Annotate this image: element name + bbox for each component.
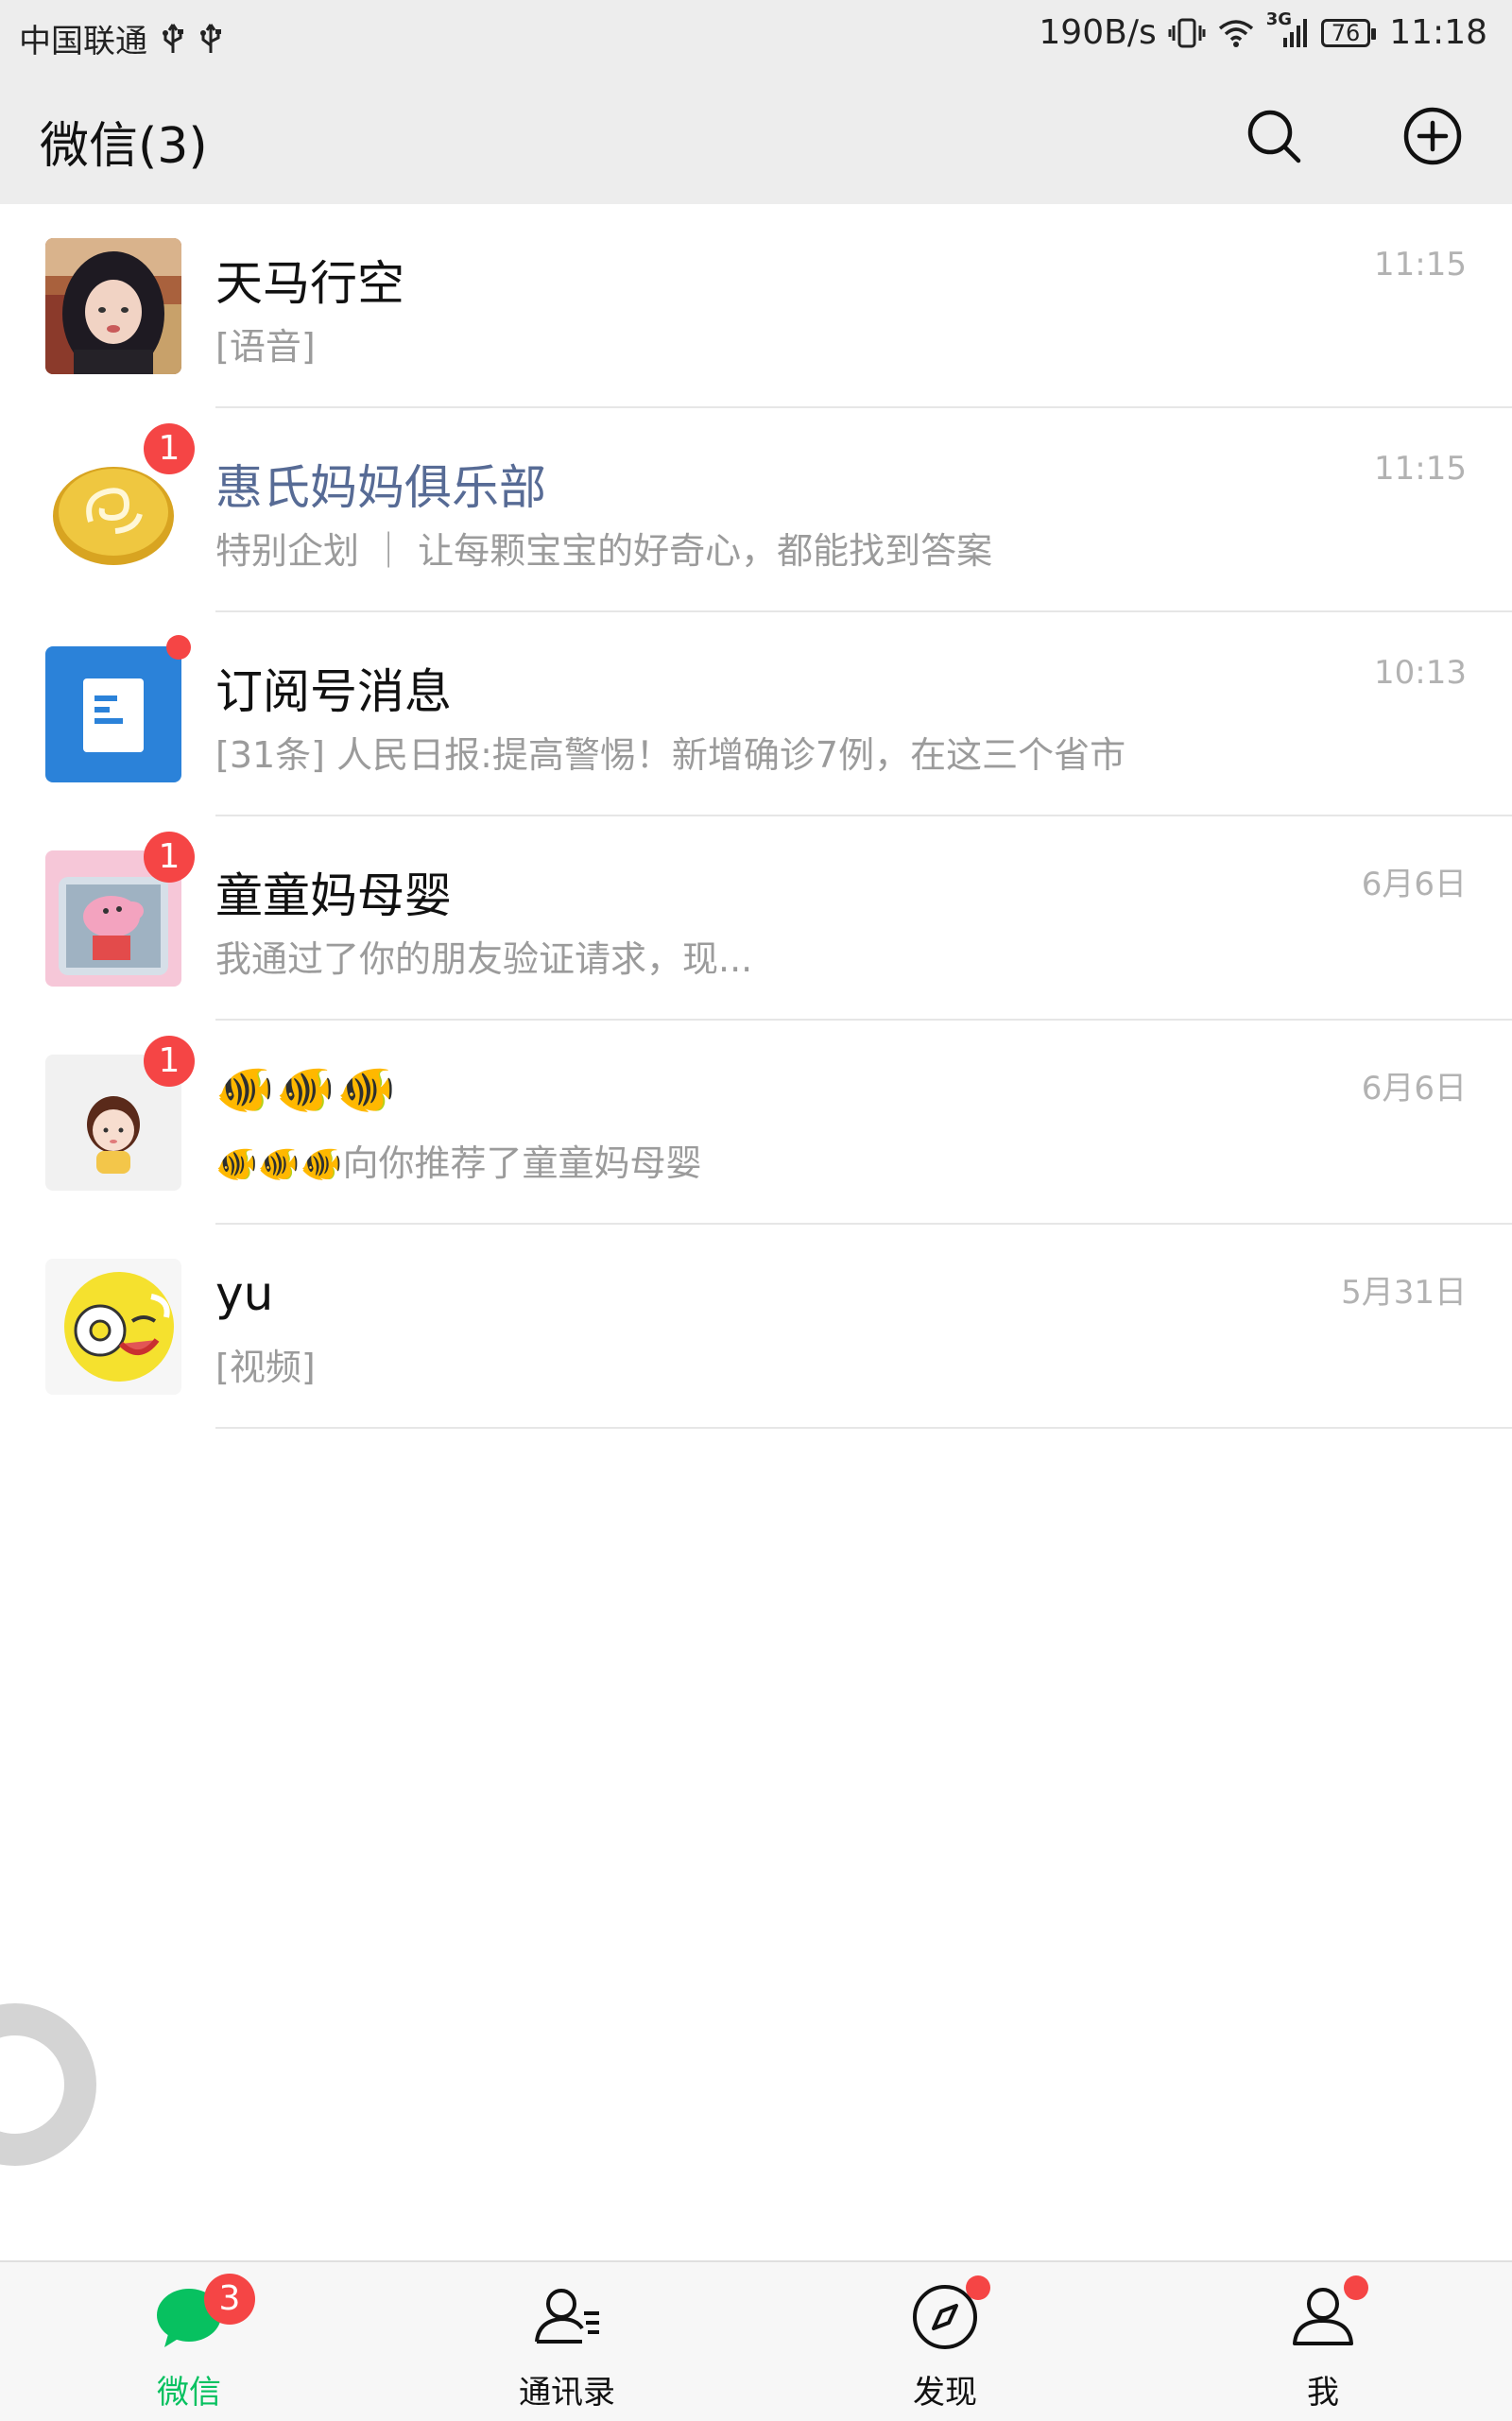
chat-time: 10:13 (1374, 654, 1467, 692)
tab-dot (1344, 2275, 1368, 2300)
chat-time: 6月6日 (1361, 1070, 1467, 1107)
chat-preview: 我通过了你的朋友验证请求，现... (215, 938, 753, 980)
page-title: 微信(3) (40, 118, 208, 175)
search-icon (1247, 110, 1301, 163)
chat-row[interactable]: 1 🐠🐠🐠 🐠🐠🐠向你推荐了童童妈母婴 6月6日 (0, 1021, 1512, 1225)
tab-discover[interactable]: 发现 (756, 2262, 1134, 2421)
avatar (45, 646, 181, 782)
signal-icon: 3G (1266, 9, 1310, 49)
chat-name: yu (215, 1266, 274, 1321)
subscription-icon (83, 678, 144, 752)
vibrate-icon (1168, 17, 1206, 49)
wifi-icon (1217, 17, 1255, 49)
chat-row[interactable]: 1 惠氏妈妈俱乐部 特别企划 ｜ 让每颗宝宝的好奇心，都能找到答案 11:15 (0, 408, 1512, 612)
app-header: 微信(3) (0, 68, 1512, 204)
tab-dot (966, 2275, 990, 2300)
tab-me[interactable]: 我 (1134, 2262, 1512, 2421)
net-speed: 190B/s (1039, 13, 1157, 52)
unread-badge: 1 (144, 832, 195, 883)
unread-dot (166, 635, 191, 660)
chat-time: 5月31日 (1341, 1274, 1467, 1312)
chat-row[interactable]: 订阅号消息 [31条] 人民日报:提高警惕！新增确诊7例，在这三个省市 10:1… (0, 612, 1512, 816)
tab-badge: 3 (204, 2274, 255, 2325)
usb-icon (161, 23, 185, 55)
tab-label: 微信 (157, 2374, 221, 2412)
chat-time: 11:15 (1374, 246, 1467, 283)
chat-preview: [视频] (215, 1347, 316, 1388)
chat-preview: [31条] 人民日报:提高警惕！新增确诊7例，在这三个省市 (215, 734, 1126, 776)
battery-level: 76 (1331, 19, 1361, 46)
clock: 11:18 (1389, 13, 1487, 52)
usb-debug-icon (198, 23, 223, 55)
contacts-icon (535, 2289, 599, 2344)
chat-row[interactable]: 天马行空 [语音] 11:15 (0, 204, 1512, 408)
avatar (45, 1259, 181, 1395)
avatar (45, 238, 181, 374)
chat-name: 天马行空 (215, 256, 404, 311)
chat-preview: 🐠🐠🐠向你推荐了童童妈母婴 (215, 1134, 702, 1186)
chat-name: 童童妈母婴 (215, 868, 452, 923)
chat-preview: 特别企划 ｜ 让每颗宝宝的好奇心，都能找到答案 (215, 530, 993, 572)
chat-name: 惠氏妈妈俱乐部 (215, 460, 546, 515)
chat-row[interactable]: 1 童童妈母婴 我通过了你的朋友验证请求，现... 6月6日 (0, 816, 1512, 1021)
fish-emoji: 🐠🐠🐠 (215, 1145, 343, 1184)
divider (215, 1427, 1512, 1429)
chat-time: 11:15 (1374, 450, 1467, 488)
chat-list: 天马行空 [语音] 11:15 1 惠氏妈妈俱乐部 特别企划 ｜ 让每颗宝宝的好… (0, 204, 1512, 1429)
status-bar: 中国联通 190B/s 3G 76 11:18 (0, 0, 1512, 68)
unread-badge: 1 (144, 423, 195, 474)
chat-preview-text: 向你推荐了童童妈母婴 (342, 1142, 702, 1184)
tab-bar: 3 微信 通讯录 发现 我 (0, 2260, 1512, 2421)
plus-circle-icon (1403, 107, 1462, 165)
tab-contacts[interactable]: 通讯录 (378, 2262, 756, 2421)
tab-chats[interactable]: 3 微信 (0, 2262, 378, 2421)
unread-badge: 1 (144, 1036, 195, 1087)
network-type-label: 3G (1265, 9, 1293, 29)
tab-label: 我 (1307, 2374, 1339, 2412)
tab-label: 发现 (913, 2374, 977, 2412)
chat-preview: [语音] (215, 326, 316, 368)
chat-row[interactable]: yu [视频] 5月31日 (0, 1225, 1512, 1429)
chat-time: 6月6日 (1361, 866, 1467, 903)
carrier-label: 中国联通 (19, 23, 147, 60)
chat-name: 订阅号消息 (215, 664, 452, 719)
search-button[interactable] (1244, 106, 1304, 166)
add-button[interactable] (1402, 106, 1463, 166)
chat-name: 🐠🐠🐠 (215, 1062, 398, 1117)
battery-icon: 76 (1320, 18, 1376, 47)
tab-label: 通讯录 (519, 2374, 615, 2412)
floating-assist-button[interactable] (0, 2003, 96, 2166)
